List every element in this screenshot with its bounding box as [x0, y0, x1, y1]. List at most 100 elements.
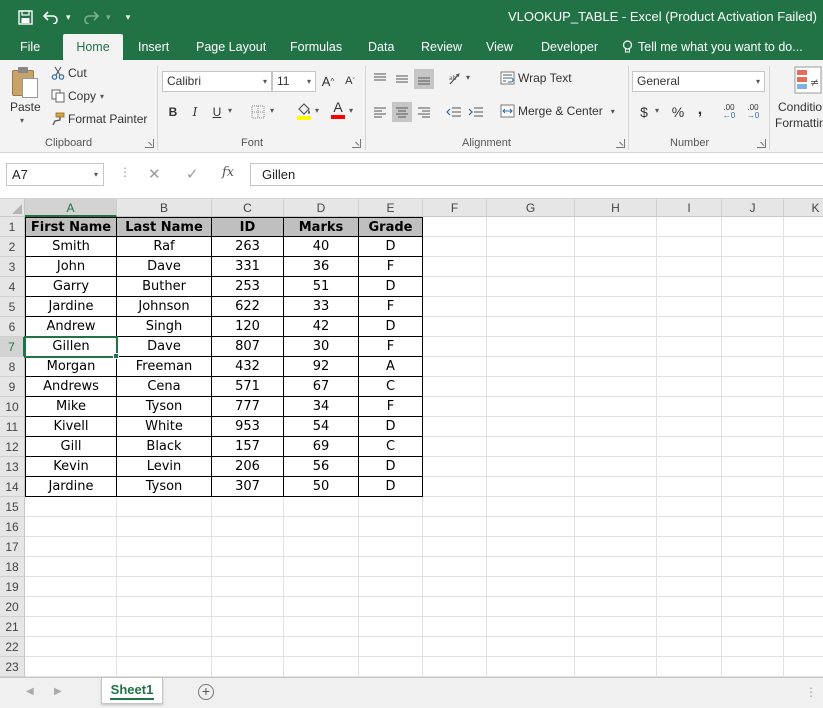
cell-c15[interactable] [212, 497, 284, 517]
cell-j10[interactable] [722, 397, 784, 417]
cell-j11[interactable] [722, 417, 784, 437]
cell-k12[interactable] [784, 437, 823, 457]
font-size-combo[interactable]: 11 ▾ [272, 71, 316, 92]
row-header-8[interactable]: 8 [0, 357, 25, 377]
row-header-23[interactable]: 23 [0, 657, 25, 677]
sheet-tab-sheet1[interactable]: Sheet1 [101, 678, 163, 704]
cell-f14[interactable] [423, 477, 487, 497]
cell-f11[interactable] [423, 417, 487, 437]
cell-f22[interactable] [423, 637, 487, 657]
cell-i19[interactable] [657, 577, 722, 597]
cell-h1[interactable] [575, 217, 657, 237]
cell-g8[interactable] [487, 357, 575, 377]
cell-k13[interactable] [784, 457, 823, 477]
cell-i12[interactable] [657, 437, 722, 457]
cell-g15[interactable] [487, 497, 575, 517]
cell-e15[interactable] [359, 497, 423, 517]
borders-button[interactable] [248, 102, 268, 122]
cell-d9[interactable]: 67 [284, 377, 359, 397]
cell-i16[interactable] [657, 517, 722, 537]
row-header-22[interactable]: 22 [0, 637, 25, 657]
orientation-dropdown-icon[interactable]: ▾ [466, 73, 470, 82]
cell-g9[interactable] [487, 377, 575, 397]
tab-view[interactable]: View [486, 34, 513, 60]
column-header-g[interactable]: G [487, 199, 575, 217]
cell-d3[interactable]: 36 [284, 257, 359, 277]
column-header-e[interactable]: E [359, 199, 423, 217]
cell-a13[interactable]: Kevin [25, 457, 117, 477]
column-header-d[interactable]: D [284, 199, 359, 217]
align-bottom-button[interactable] [414, 69, 434, 89]
column-header-f[interactable]: F [423, 199, 487, 217]
cell-b19[interactable] [117, 577, 212, 597]
cell-a6[interactable]: Andrew [25, 317, 117, 337]
grow-font-button[interactable]: A ^ [318, 71, 338, 91]
cell-c3[interactable]: 331 [212, 257, 284, 277]
cell-c7[interactable]: 807 [212, 337, 284, 357]
select-all-button[interactable] [0, 199, 25, 217]
cell-e22[interactable] [359, 637, 423, 657]
cell-b10[interactable]: Tyson [117, 397, 212, 417]
cell-d17[interactable] [284, 537, 359, 557]
cell-d14[interactable]: 50 [284, 477, 359, 497]
cell-b5[interactable]: Johnson [117, 297, 212, 317]
cell-h4[interactable] [575, 277, 657, 297]
cell-a21[interactable] [25, 617, 117, 637]
row-header-16[interactable]: 16 [0, 517, 25, 537]
row-header-7[interactable]: 7 [0, 337, 25, 357]
cell-f17[interactable] [423, 537, 487, 557]
cell-k3[interactable] [784, 257, 823, 277]
cell-i10[interactable] [657, 397, 722, 417]
cell-g11[interactable] [487, 417, 575, 437]
cell-d2[interactable]: 40 [284, 237, 359, 257]
redo-icon[interactable] [80, 6, 102, 28]
tab-formulas[interactable]: Formulas [290, 34, 342, 60]
row-header-10[interactable]: 10 [0, 397, 25, 417]
cell-i7[interactable] [657, 337, 722, 357]
cell-h2[interactable] [575, 237, 657, 257]
cell-j17[interactable] [722, 537, 784, 557]
column-header-a[interactable]: A [25, 199, 117, 217]
cell-i17[interactable] [657, 537, 722, 557]
row-header-11[interactable]: 11 [0, 417, 25, 437]
cell-h9[interactable] [575, 377, 657, 397]
cell-e2[interactable]: D [359, 237, 423, 257]
cell-a18[interactable] [25, 557, 117, 577]
cell-j21[interactable] [722, 617, 784, 637]
cell-h15[interactable] [575, 497, 657, 517]
cell-h8[interactable] [575, 357, 657, 377]
cell-a2[interactable]: Smith [25, 237, 117, 257]
cell-k5[interactable] [784, 297, 823, 317]
cell-j23[interactable] [722, 657, 784, 677]
cell-a22[interactable] [25, 637, 117, 657]
cell-a9[interactable]: Andrews [25, 377, 117, 397]
cell-g6[interactable] [487, 317, 575, 337]
tab-data[interactable]: Data [368, 34, 394, 60]
cell-c9[interactable]: 571 [212, 377, 284, 397]
cell-e7[interactable]: F [359, 337, 423, 357]
cell-a16[interactable] [25, 517, 117, 537]
format-painter-button[interactable]: Format Painter [50, 112, 147, 126]
fill-color-button[interactable] [294, 101, 314, 121]
cell-f4[interactable] [423, 277, 487, 297]
row-header-6[interactable]: 6 [0, 317, 25, 337]
tab-file[interactable]: File [20, 34, 40, 60]
cell-a8[interactable]: Morgan [25, 357, 117, 377]
cell-b11[interactable]: White [117, 417, 212, 437]
cell-a4[interactable]: Garry [25, 277, 117, 297]
cell-g3[interactable] [487, 257, 575, 277]
cell-k8[interactable] [784, 357, 823, 377]
cell-g17[interactable] [487, 537, 575, 557]
cell-b20[interactable] [117, 597, 212, 617]
cell-f18[interactable] [423, 557, 487, 577]
cell-d5[interactable]: 33 [284, 297, 359, 317]
cancel-icon[interactable]: ✕ [148, 165, 161, 183]
tab-insert[interactable]: Insert [138, 34, 169, 60]
cell-d15[interactable] [284, 497, 359, 517]
cell-b14[interactable]: Tyson [117, 477, 212, 497]
cell-k10[interactable] [784, 397, 823, 417]
cell-d22[interactable] [284, 637, 359, 657]
cell-c14[interactable]: 307 [212, 477, 284, 497]
cell-k11[interactable] [784, 417, 823, 437]
cell-d20[interactable] [284, 597, 359, 617]
